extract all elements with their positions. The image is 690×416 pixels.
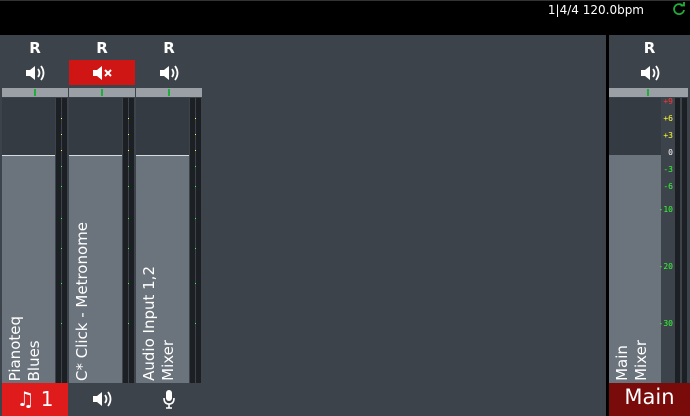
mixer-strips-panel: R Pianoteq Blues ♫ 1 R C* Click - Metron… (0, 35, 606, 416)
record-arm-button[interactable]: R (136, 39, 202, 57)
speaker-icon (93, 391, 112, 407)
status-bar: 1|4/4 120.0bpm (0, 0, 690, 35)
pan-indicator (34, 89, 36, 96)
level-meter-left (56, 98, 61, 383)
main-output-button[interactable]: Main (609, 383, 690, 416)
speaker-icon (641, 65, 660, 81)
mute-button[interactable] (2, 60, 68, 85)
pan-indicator (168, 89, 170, 96)
transport-display: 1|4/4 120.0bpm (548, 3, 644, 17)
meter-scale-label: -10 (658, 205, 673, 214)
level-meter-right (196, 98, 201, 383)
fader-zero-line (2, 155, 55, 156)
mute-button[interactable] (609, 60, 690, 85)
volume-fader[interactable]: Pianoteq Blues (2, 98, 63, 383)
sync-icon[interactable] (672, 2, 686, 16)
level-meter-left (123, 98, 128, 383)
volume-fader[interactable]: Audio Input 1,2 Mixer (136, 98, 197, 383)
fader-zero-line (69, 155, 122, 156)
midi-channel-label: ♫ 1 (16, 387, 54, 411)
pan-indicator (101, 89, 103, 96)
fader-zero-line (136, 155, 189, 156)
main-volume-fader[interactable]: Main Mixer (609, 98, 661, 383)
audio-input-button[interactable] (136, 383, 202, 416)
strip-name: Audio Input 1,2 Mixer (140, 266, 177, 381)
record-arm-button[interactable]: R (609, 39, 690, 57)
main-output-label: Main (624, 385, 675, 409)
microphone-icon (163, 390, 175, 409)
main-mixer-panel: R Main Mixer +9 +6 +3 0 -3 -6 -10 -20 -30 Main (609, 35, 690, 416)
mixer-strip[interactable]: R C* Click - Metronome (69, 35, 135, 416)
main-strip-name: Main Mixer (613, 340, 650, 381)
meter-scale-label: -30 (658, 319, 673, 328)
strip-name: C* Click - Metronome (73, 221, 91, 381)
level-meter-left (190, 98, 195, 383)
record-arm-button[interactable]: R (69, 39, 135, 57)
meter-scale-label: +3 (663, 131, 673, 140)
meter-scale-label: -3 (663, 165, 673, 174)
meter-scale-label: -20 (658, 262, 673, 271)
pan-indicator (647, 89, 649, 96)
volume-fader[interactable]: C* Click - Metronome (69, 98, 130, 383)
strip-name: Pianoteq Blues (6, 315, 43, 381)
speaker-muted-icon (93, 66, 112, 80)
meter-scale-label: +6 (663, 114, 673, 123)
pan-control[interactable] (2, 88, 68, 97)
speaker-icon (160, 65, 179, 81)
level-meter-right (62, 98, 67, 383)
mixer-strip[interactable]: R Pianoteq Blues ♫ 1 (2, 35, 68, 416)
meter-scale-label: -6 (663, 182, 673, 191)
transport-tempo: 120.0bpm (582, 3, 644, 17)
mute-button[interactable] (69, 60, 135, 85)
midi-channel-button[interactable]: ♫ 1 (2, 383, 68, 416)
pan-control[interactable] (136, 88, 202, 97)
meter-scale-label: 0 (668, 148, 673, 157)
pan-control[interactable] (69, 88, 135, 97)
mixer-strip[interactable]: R Audio Input 1,2 Mixer (136, 35, 202, 416)
balance-control[interactable] (609, 88, 688, 97)
audio-output-button[interactable] (69, 383, 135, 416)
level-meter-right (682, 98, 687, 383)
level-meter-left (675, 98, 680, 383)
mute-button[interactable] (136, 60, 202, 85)
speaker-icon (26, 65, 45, 81)
transport-position: 1|4/4 (547, 3, 579, 17)
level-meter-right (129, 98, 134, 383)
record-arm-button[interactable]: R (2, 39, 68, 57)
meter-scale-label: +9 (663, 97, 673, 106)
